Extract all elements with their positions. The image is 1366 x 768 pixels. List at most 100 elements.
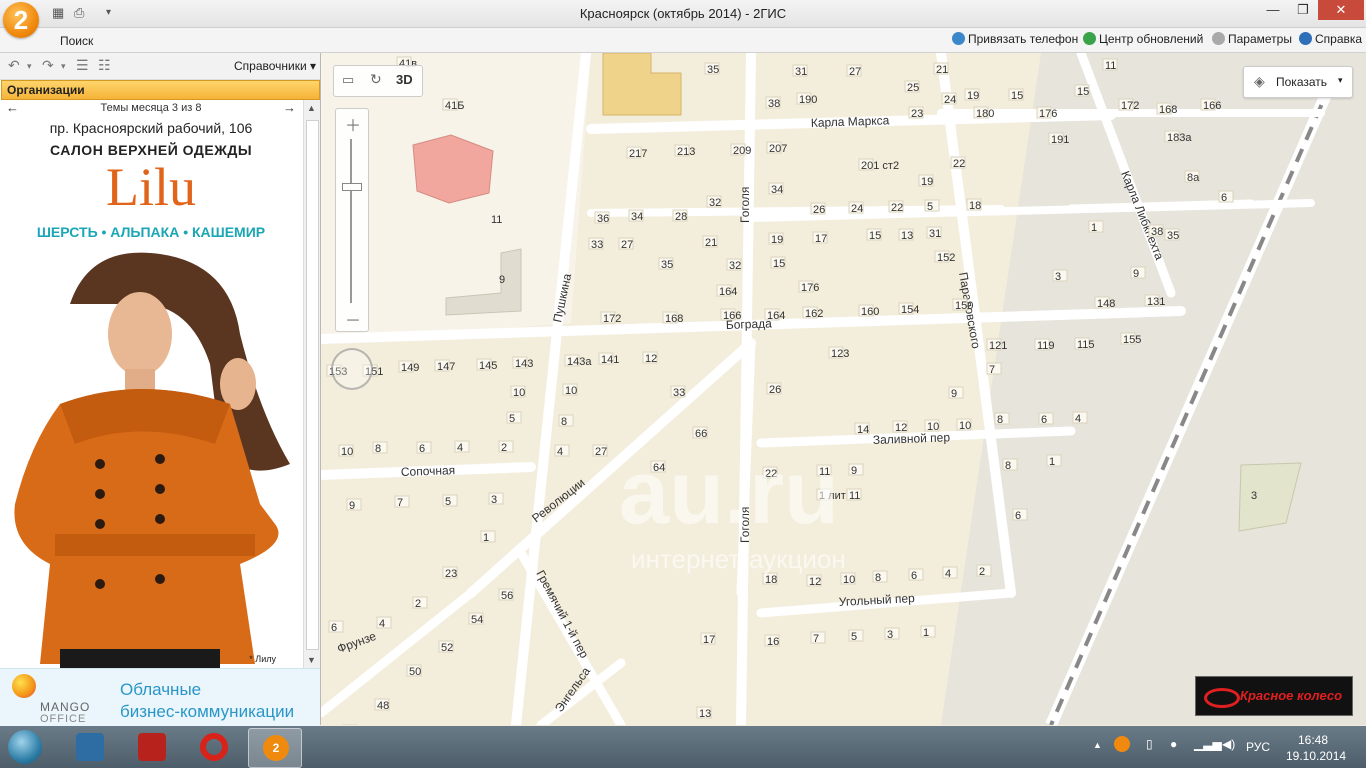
mango-office-banner[interactable]: MANGO OFFICE Облачные бизнес-коммуникаци… [0,668,320,726]
taskbar-app-opera[interactable] [188,728,240,766]
building-number: 166 [1203,100,1221,112]
directories-dropdown[interactable]: Справочники ▾ [234,59,316,73]
building-number: 32 [709,197,721,209]
mango-slogan-line1: Облачные [120,680,202,699]
building-number: 10 [843,574,855,586]
building-number: 52 [441,642,453,654]
building-number: 5 [851,631,857,643]
print-icon[interactable]: ⎙ [74,5,84,21]
tray-expand-icon[interactable]: ▲ [1093,740,1102,750]
building-number: 24 [944,94,956,106]
compass-icon[interactable] [331,348,373,390]
scroll-up-arrow-icon[interactable]: ▲ [307,103,316,113]
scroll-thumb[interactable] [306,120,319,650]
building-number: 7 [397,497,403,509]
language-indicator[interactable]: РУС [1246,740,1270,754]
street-label: Гремячий 1-й пер [533,568,591,661]
building-number: 36 [597,213,609,225]
next-theme-arrow-icon[interactable]: → [283,100,296,115]
settings-app-icon [76,733,104,761]
list-detail-icon[interactable]: ☷ [98,57,111,74]
taskbar-app-2gis[interactable]: 2 [248,728,302,768]
zoom-control[interactable]: ＋ － [335,108,369,332]
volume-icon[interactable]: ◀) [1222,737,1235,751]
building-number: 1 [1049,456,1055,468]
building-number: 16 [767,636,779,648]
building-number: 48 [377,700,389,712]
mango-logo-icon [12,674,36,698]
tray-device-icon[interactable]: ▯ [1146,737,1153,751]
building-number: 35 [707,64,719,76]
chevron-down-icon: ▾ [1338,75,1343,85]
back-dropdown-icon[interactable]: ▾ [27,61,32,72]
network-signal-icon[interactable]: ▁▃▅ [1194,737,1222,751]
rotate-icon[interactable]: ↻ [370,71,382,88]
maximize-button[interactable]: ❐ [1288,0,1318,20]
taskbar-app-settings[interactable] [64,728,116,766]
building-number: 164 [719,286,737,298]
clock-date[interactable]: 19.10.2014 [1286,749,1346,763]
zoom-slider-track[interactable] [350,139,352,303]
help-link[interactable]: Справка [1299,32,1362,46]
map-label-9: 9 [499,274,505,286]
forward-dropdown-icon[interactable]: ▾ [61,61,66,72]
map-view[interactable]: Карла Маркса Гоголя Пушкина Бограда Парадовс… [321,53,1366,725]
3d-button[interactable]: 3D [396,72,413,87]
building-number: 12 [809,576,821,588]
building-number: 2 [979,566,985,578]
tray-app-icon[interactable]: ● [1170,737,1177,751]
street-label: Сопочная [401,463,456,479]
zoom-out-icon[interactable]: － [345,307,361,331]
minimize-button[interactable]: — [1258,0,1288,20]
taskbar-app-power[interactable] [126,728,178,766]
ad-footnote: * Лилу [249,654,276,664]
back-icon[interactable]: ↶ [8,57,20,74]
ruler-icon[interactable]: ▭ [342,72,354,88]
ad-model-image [14,252,290,668]
tray-2gis-icon[interactable] [1114,736,1130,752]
clock-time[interactable]: 16:48 [1298,733,1328,747]
building-number: 141 [601,354,619,366]
map-label-11: 11 [491,214,502,226]
krasnoe-koleso-banner[interactable]: Красное колесо [1195,676,1353,716]
map-watermark-sub: интернет-аукцион [631,544,846,574]
list-icon[interactable]: ☰ [76,57,89,74]
building-number: 26 [769,384,781,396]
start-button[interactable] [8,730,42,764]
update-center-link[interactable]: Центр обновлений [1083,32,1203,46]
zoom-in-icon[interactable]: ＋ [345,112,361,136]
building-number: 33 [673,387,685,399]
building-number: 8 [875,572,881,584]
building-number: 2 [501,442,507,454]
building-number: 145 [479,360,497,372]
close-button[interactable]: ✕ [1318,0,1364,20]
forward-icon[interactable]: ↷ [42,57,54,74]
zoom-slider-thumb[interactable] [342,183,362,191]
panel-scrollbar[interactable]: ▲ ▼ [303,100,320,668]
building-number: 183а [1167,132,1192,144]
layers-icon: ◈ [1254,73,1265,89]
window-title: Красноярск (октябрь 2014) - 2ГИС [579,6,787,21]
building-number: 19 [967,90,979,102]
building-number: 21 [936,64,948,76]
settings-link[interactable]: Параметры [1212,32,1292,46]
app-logo[interactable]: 2 [3,2,39,38]
building-number: 4 [945,568,951,580]
mango-brand-line2: OFFICE [40,713,87,725]
building-number: 13 [901,230,913,242]
building-number: 21 [705,237,717,249]
map-building-yellow[interactable] [602,53,682,116]
advertisement-banner[interactable]: пр. Красноярский рабочий, 106 САЛОН ВЕРХ… [0,116,302,668]
quick-access-dropdown-icon[interactable]: ▾ [106,7,111,18]
building-number: 15 [773,258,785,270]
show-layers-button[interactable]: ◈ Показать ▾ [1243,66,1353,98]
building-number: 201 ст2 [861,160,899,172]
buildings-icon[interactable]: ▦ [52,5,64,21]
scroll-down-arrow-icon[interactable]: ▼ [307,655,316,665]
bind-phone-link[interactable]: Привязать телефон [952,32,1078,46]
building-number: 12 [645,353,657,365]
building-number: 66 [695,428,707,440]
search-tab[interactable]: Поиск [60,34,93,48]
map-canvas[interactable]: Карла МарксаГоголяПушкинаБограда Парадовс… [321,53,1366,725]
organizations-tab[interactable]: Организации [1,80,320,100]
